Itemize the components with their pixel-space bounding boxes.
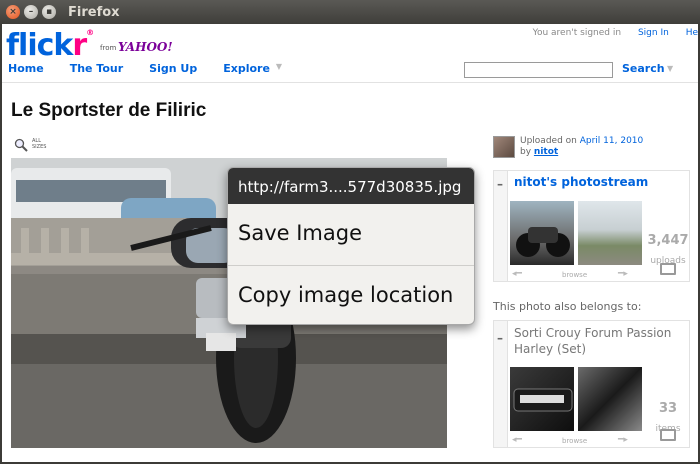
window-maximize-button[interactable]: ▪ [42,5,56,19]
browse-left-arrow-icon[interactable]: ◂━ [512,435,522,445]
sign-in-link[interactable]: Sign In [638,28,669,38]
photostream-collapse[interactable]: – [494,171,508,281]
nav-home[interactable]: Home [8,62,44,75]
minus-icon: – [497,331,503,345]
context-menu-url: http://farm3....577d30835.jpg [228,168,474,204]
yahoo-logo: YAHOO! [118,40,173,54]
browse-label: browse [562,271,588,279]
window-titlebar: × – ▪ Firefox [0,0,700,24]
browse-label: browse [562,437,588,445]
harley-tank-thumbnail-image [513,388,573,412]
set-title-line2: Harley (Set) [514,342,587,356]
slideshow-icon[interactable] [660,429,676,441]
all-sizes-line2: SIZES [32,144,47,150]
browse-right-arrow-icon[interactable]: ━▸ [618,435,628,445]
search-input[interactable] [464,62,613,78]
browse-right-arrow-icon[interactable]: ━▸ [618,269,628,279]
magnifier-icon[interactable] [14,138,28,152]
save-image-menu-item[interactable]: Save Image [228,204,474,265]
window-minimize-button[interactable]: – [24,5,38,19]
nav-sign-up[interactable]: Sign Up [149,62,197,75]
photostream-upload-count: 3,447 uploads [646,233,690,267]
owner-link[interactable]: nitot [534,147,558,157]
browse-left-arrow-icon[interactable]: ◂━ [512,269,522,279]
from-label: from [100,44,117,52]
header-divider [2,82,698,83]
set-title-line1: Sorti Crouy Forum Passion [514,326,672,340]
copy-image-location-menu-item[interactable]: Copy image location [228,266,474,324]
window-close-button[interactable]: × [6,5,20,19]
logo-text-pink: r [72,28,87,63]
avatar[interactable] [493,136,515,158]
help-link[interactable]: He [686,28,698,38]
uploaded-prefix: Uploaded on [520,136,577,146]
upload-count-number: 3,447 [647,233,689,248]
photostream-title-link[interactable]: nitot's photostream [514,175,648,189]
set-box: – Sorti Crouy Forum Passion Harley (Set)… [493,320,690,448]
photostream-thumbnail-2[interactable] [578,201,642,265]
nav-explore[interactable]: Explore [223,62,270,75]
upload-info: Uploaded on April 11, 2010 by nitot [520,136,643,158]
nav-the-tour[interactable]: The Tour [70,62,123,75]
search-button[interactable]: Search [622,62,665,75]
flickr-logo[interactable]: flickr® [6,28,94,63]
photostream-thumbnail-1[interactable] [510,201,574,265]
slideshow-icon[interactable] [660,263,676,275]
by-label: by [520,147,532,157]
explore-chevron-down-icon[interactable]: ▼ [276,62,282,75]
minus-icon: – [497,177,503,191]
belongs-to-heading: This photo also belongs to: [493,300,642,313]
set-thumbnail-1[interactable] [510,367,574,431]
browser-page: flickr® from YAHOO! You aren't signed in… [2,24,698,462]
account-bar: You aren't signed in Sign In He [533,28,698,38]
upload-date-link[interactable]: April 11, 2010 [580,136,644,146]
set-title-link[interactable]: Sorti Crouy Forum Passion Harley (Set) [514,325,671,357]
set-count-number: 33 [658,401,678,416]
search-chevron-down-icon[interactable]: ▼ [667,64,673,73]
logo-text-blue: flick [6,28,73,63]
image-context-menu: http://farm3....577d30835.jpg Save Image… [227,167,475,325]
photostream-box: – nitot's photostream 3,447 uploads ◂━ b… [493,170,690,282]
window-title: Firefox [68,4,120,20]
main-nav: Home The Tour Sign Up Explore ▼ [8,62,282,75]
page-title: Le Sportster de Filiric [11,100,207,121]
all-sizes-link[interactable]: ALL SIZES [32,138,46,150]
set-collapse[interactable]: – [494,321,508,447]
set-thumbnail-2[interactable] [578,367,642,431]
signed-in-status: You aren't signed in [532,28,622,38]
motorcycle-thumbnail-image [516,227,570,257]
